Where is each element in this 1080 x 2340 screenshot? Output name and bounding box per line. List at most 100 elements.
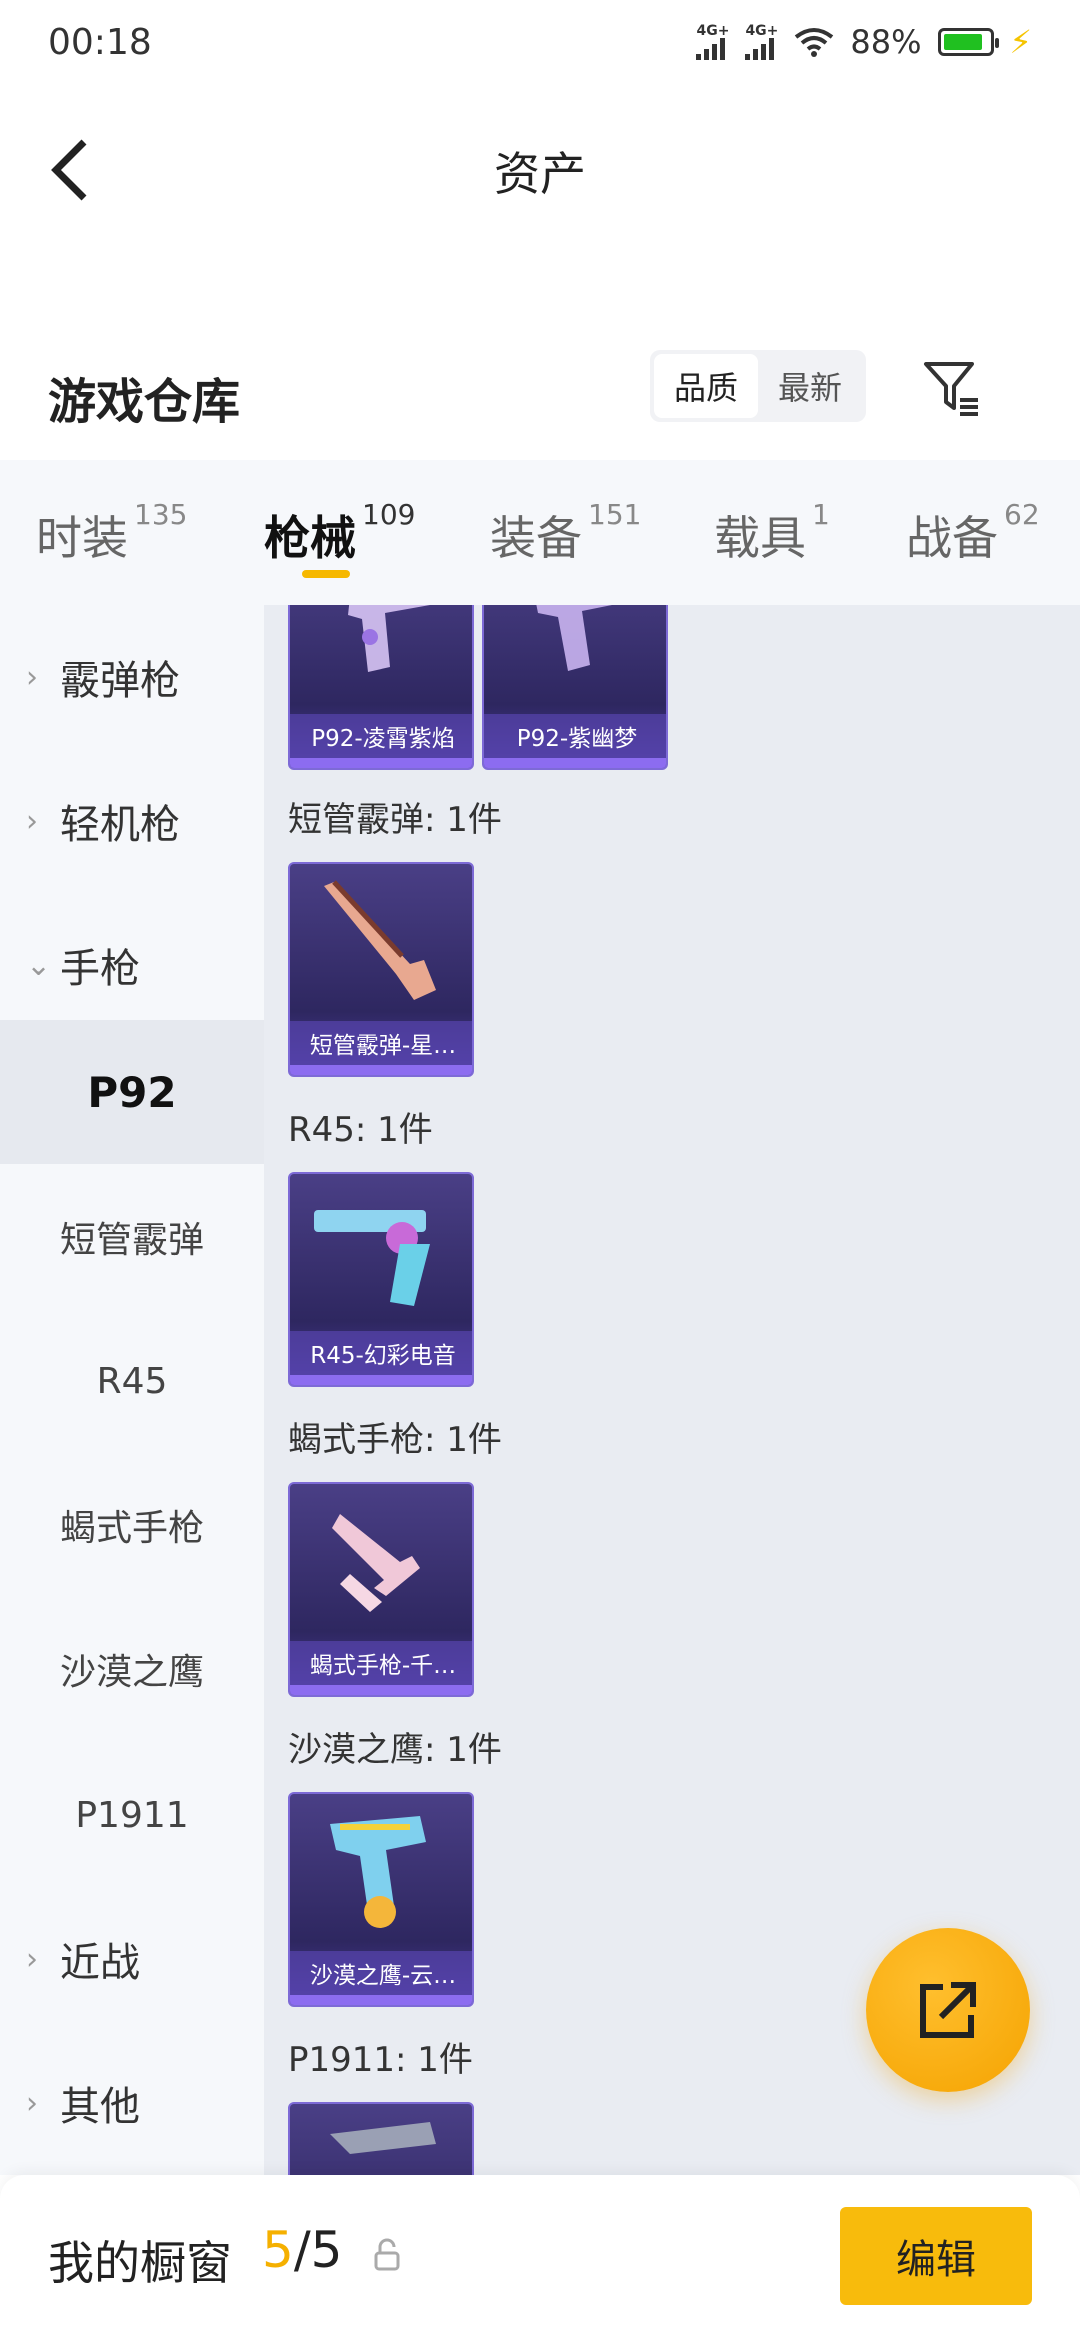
- tab-count: 109: [362, 498, 416, 531]
- item-card[interactable]: 沙漠之鹰-云…: [288, 1792, 474, 2007]
- pistol-skin-icon: [348, 605, 430, 672]
- item-name: R45-幻彩电音: [290, 1331, 472, 1375]
- tab-equipment[interactable]: 装备 151: [490, 460, 641, 605]
- item-card[interactable]: P92-紫幽梦: [482, 605, 668, 770]
- rarity-bar: [484, 758, 666, 768]
- rarity-bar: [290, 1065, 472, 1075]
- category-tabs: 时装 135 枪械 109 装备 151 载具 1 战备 62: [0, 460, 1080, 605]
- status-time: 00:18: [48, 21, 152, 63]
- showcase-label: 我的橱窗: [48, 2236, 232, 2290]
- item-name: P92-凌霄紫焰: [290, 714, 472, 758]
- group-title: 沙漠之鹰: 1件: [288, 1730, 502, 1770]
- sidebar-item-label: 轻机枪: [60, 802, 180, 848]
- weapon-type-sidebar: › 霰弹枪 › 轻机枪 ⌄ 手枪 P92 短管霰弹 R45 蝎式手枪 沙漠之鹰 …: [0, 605, 264, 2175]
- showcase-separator: /: [293, 2221, 311, 2279]
- tab-label: 枪械: [264, 511, 356, 565]
- showcase-total: 5: [310, 2221, 343, 2279]
- charging-icon: ⚡: [1009, 23, 1032, 61]
- chevron-right-icon: ›: [26, 2085, 38, 2121]
- sidebar-item-melee[interactable]: › 近战: [0, 1887, 264, 2031]
- sidebar-item-label: 霰弹枪: [60, 658, 180, 704]
- wifi-icon: [795, 28, 834, 57]
- tab-label: 战备: [906, 511, 998, 565]
- rarity-bar: [290, 1995, 472, 2005]
- item-card[interactable]: R45-幻彩电音: [288, 1172, 474, 1387]
- tab-label: 时装: [36, 511, 128, 565]
- showcase-current: 5: [262, 2221, 294, 2279]
- signal-icon: 4G+: [696, 24, 729, 60]
- pistol-skin-icon: [330, 1816, 426, 1928]
- tab-fashion[interactable]: 时装 135: [36, 460, 187, 605]
- share-icon: [920, 1982, 976, 2038]
- shotgun-skin-icon: [324, 880, 436, 1000]
- signal-2-label: 4G+: [745, 23, 779, 39]
- battery-percent: 88%: [850, 23, 922, 61]
- chevron-right-icon: ›: [26, 659, 38, 695]
- item-card[interactable]: 短管霰弹-星…: [288, 862, 474, 1077]
- lock-icon: [374, 2238, 400, 2271]
- showcase-bar: 我的橱窗 5/5 编辑: [0, 2175, 1080, 2340]
- tab-firearms[interactable]: 枪械 109: [264, 460, 415, 605]
- sidebar-item-label: 手枪: [60, 946, 140, 992]
- group-title: 蝎式手枪: 1件: [288, 1420, 502, 1460]
- filter-button[interactable]: [920, 356, 984, 420]
- sidebar-item-pistol[interactable]: ⌄ 手枪: [0, 893, 264, 1037]
- sidebar-subitem-skorpion[interactable]: 蝎式手枪: [0, 1453, 264, 1597]
- tab-count: 1: [812, 498, 830, 531]
- edit-button[interactable]: 编辑: [840, 2207, 1032, 2305]
- tab-count: 151: [588, 498, 642, 531]
- rarity-bar: [290, 758, 472, 768]
- item-card[interactable]: P92-凌霄紫焰: [288, 605, 474, 770]
- warehouse-title: 游戏仓库: [48, 374, 241, 430]
- chevron-down-icon: ⌄: [26, 947, 52, 983]
- group-title: R45: 1件: [288, 1110, 433, 1150]
- signal-icon: 4G+: [745, 24, 778, 60]
- sort-toggle: 品质 最新: [650, 350, 866, 422]
- tab-label: 载具: [714, 511, 806, 565]
- sidebar-item-label: 其他: [60, 2084, 140, 2130]
- item-card[interactable]: 蝎式手枪-千…: [288, 1482, 474, 1697]
- group-title: P1911: 1件: [288, 2040, 473, 2080]
- signal-1-label: 4G+: [696, 23, 730, 39]
- tab-count: 135: [134, 498, 188, 531]
- item-name: 蝎式手枪-千…: [290, 1641, 472, 1685]
- status-bar: 00:18 4G+ 4G+ 88% ⚡: [0, 0, 1080, 84]
- item-card[interactable]: [288, 2102, 474, 2175]
- chevron-right-icon: ›: [26, 803, 38, 839]
- sidebar-item-other[interactable]: › 其他: [0, 2031, 264, 2175]
- chevron-right-icon: ›: [26, 1941, 38, 1977]
- sidebar-subitem-r45[interactable]: R45: [0, 1309, 264, 1453]
- active-tab-indicator: [302, 570, 350, 578]
- filter-icon: [924, 362, 978, 416]
- item-name: 短管霰弹-星…: [290, 1021, 472, 1065]
- sidebar-subitem-p92[interactable]: P92: [0, 1020, 264, 1164]
- sidebar-subitem-sawed-off[interactable]: 短管霰弹: [0, 1165, 264, 1309]
- sidebar-subitem-desert-eagle[interactable]: 沙漠之鹰: [0, 1597, 264, 1741]
- showcase-count: 5/5: [262, 2221, 342, 2279]
- item-name: P92-紫幽梦: [484, 714, 666, 758]
- sort-newest-button[interactable]: 最新: [758, 354, 862, 418]
- group-title: 短管霰弹: 1件: [288, 800, 502, 840]
- header: 资产: [0, 110, 1080, 230]
- sidebar-item-shotgun[interactable]: › 霰弹枪: [0, 605, 264, 749]
- status-icons: 4G+ 4G+ 88% ⚡: [696, 23, 1032, 61]
- page-title: 资产: [494, 147, 586, 201]
- share-fab-button[interactable]: [866, 1928, 1030, 2092]
- sidebar-item-label: 近战: [60, 1940, 140, 1986]
- tab-battle-prep[interactable]: 战备 62: [906, 460, 1040, 605]
- sidebar-item-lmg[interactable]: › 轻机枪: [0, 749, 264, 893]
- revolver-skin-icon: [314, 1210, 430, 1306]
- warehouse-header: 游戏仓库 品质 最新: [0, 350, 1080, 460]
- tab-label: 装备: [490, 511, 582, 565]
- rarity-bar: [290, 1685, 472, 1695]
- pistol-skin-icon: [536, 605, 612, 671]
- pistol-skin-icon: [330, 2122, 436, 2154]
- sidebar-subitem-p1911[interactable]: P1911: [0, 1743, 264, 1887]
- tab-count: 62: [1004, 498, 1040, 531]
- tab-vehicles[interactable]: 载具 1: [714, 460, 830, 605]
- rarity-bar: [290, 1375, 472, 1385]
- smg-skin-icon: [332, 1514, 420, 1612]
- item-name: 沙漠之鹰-云…: [290, 1951, 472, 1995]
- battery-icon: [937, 28, 999, 56]
- sort-quality-button[interactable]: 品质: [654, 354, 758, 418]
